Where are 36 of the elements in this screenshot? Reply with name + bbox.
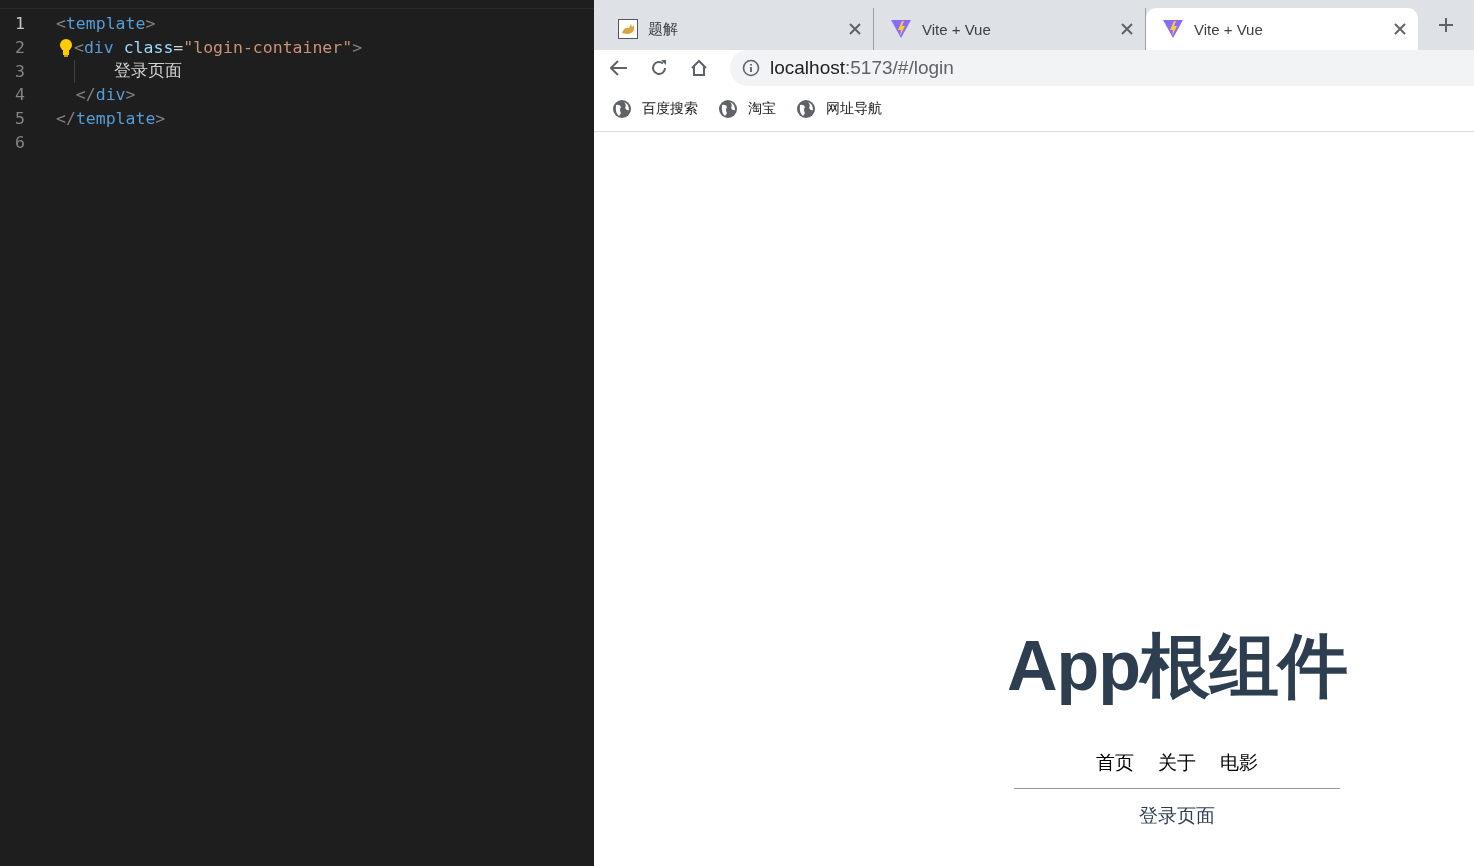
globe-icon: [718, 98, 738, 119]
line-number: 3: [14, 61, 26, 81]
bookmark-link[interactable]: 淘宝: [718, 98, 776, 119]
reload-icon[interactable]: [650, 59, 668, 77]
globe-icon: [796, 98, 816, 119]
nav-link[interactable]: 关于: [1158, 750, 1196, 776]
code-line: <template>: [56, 14, 156, 34]
info-icon[interactable]: [742, 59, 760, 77]
close-icon[interactable]: [1121, 23, 1133, 35]
nav-link[interactable]: 电影: [1220, 750, 1258, 776]
globe-icon: [612, 98, 632, 119]
line-number: 5: [14, 109, 26, 129]
lightning-triangle-icon: [890, 19, 912, 39]
back-arrow-icon[interactable]: [610, 60, 628, 76]
code-line: <div class="login-container">: [74, 38, 363, 58]
line-number: 1: [14, 14, 26, 34]
line-number: 2: [14, 38, 26, 58]
browser-tab[interactable]: Vite + Vue: [1146, 8, 1418, 50]
url-text: localhost:5173/#/login: [770, 57, 954, 79]
code-line: 登录页面: [112, 60, 182, 83]
lightbulb-icon[interactable]: [59, 37, 73, 58]
code-line: </template>: [56, 109, 166, 129]
bookmark-link[interactable]: 百度搜索: [612, 98, 698, 119]
plus-icon[interactable]: [1438, 17, 1454, 33]
line-number: 4: [14, 85, 26, 105]
close-icon[interactable]: [849, 23, 861, 35]
bookmark-link[interactable]: 网址导航: [796, 98, 882, 119]
lightning-triangle-icon: [1162, 19, 1184, 39]
address-bar[interactable]: localhost:5173/#/login: [730, 50, 1474, 86]
page-text: 登录页面: [1139, 804, 1215, 828]
line-number: 6: [14, 132, 26, 152]
home-icon[interactable]: [690, 59, 708, 77]
nav-link[interactable]: 首页: [1096, 750, 1134, 776]
code-line: </div>: [74, 85, 136, 105]
close-icon[interactable]: [1394, 23, 1406, 35]
page-heading: App根组件: [1006, 626, 1348, 707]
